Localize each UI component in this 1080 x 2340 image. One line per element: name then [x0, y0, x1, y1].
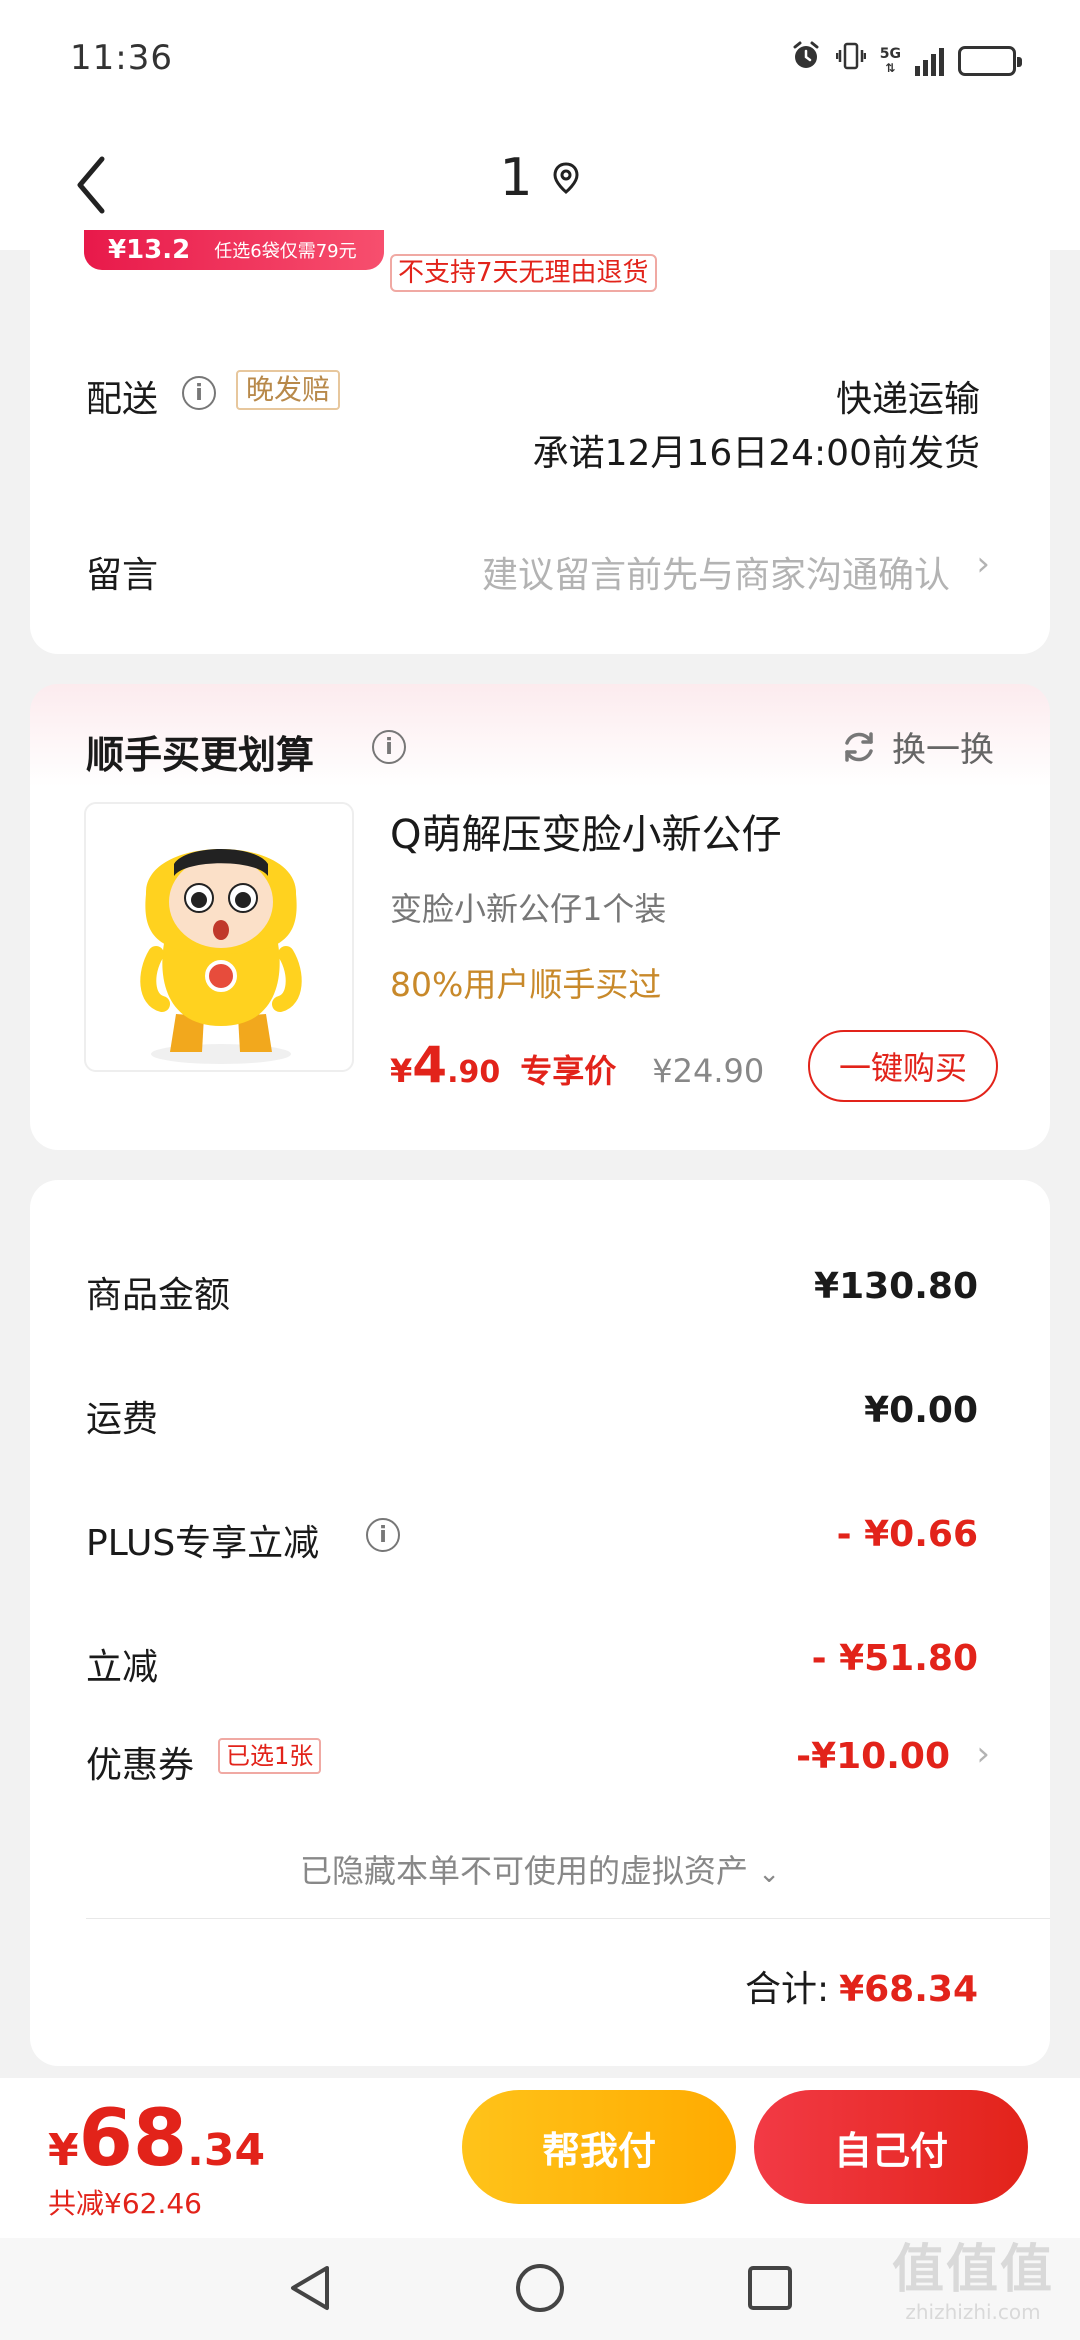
status-icons: 5G ⇅: [790, 40, 1022, 81]
original-price: ¥24.90: [652, 1052, 765, 1090]
circle-home-icon: [516, 2264, 564, 2312]
delivery-info-icon[interactable]: i: [182, 376, 216, 410]
location-pin-icon: [553, 162, 579, 194]
network-type-label: 5G: [879, 45, 901, 62]
refresh-icon: [845, 731, 873, 762]
subtotal-value: ¥130.80: [814, 1266, 978, 1307]
promo-banner: ¥13.2 任选6袋仅需79元: [84, 230, 384, 270]
battery-icon: [958, 45, 1022, 76]
late-compensation-tag: 晚发赔: [236, 370, 341, 410]
status-bar: 11:36 5G ⇅: [0, 0, 1080, 120]
chevron-down-icon: ⌄: [758, 1859, 780, 1889]
total-value: ¥68.34: [839, 1969, 978, 2010]
page-title: 1: [499, 148, 533, 208]
network-type-indicator: 5G ⇅: [880, 47, 901, 75]
delivery-method: 快递运输: [835, 379, 980, 420]
hidden-assets-toggle[interactable]: 已隐藏本单不可使用的虚拟资产 ⌄: [30, 1846, 1050, 1892]
plus-discount-label: PLUS专享立减: [86, 1523, 320, 1564]
exclusive-price-label: 专享价: [520, 1052, 617, 1090]
shipping-label: 运费: [86, 1399, 159, 1440]
checkout-bar: ¥ 68 .34 共减¥62.46 帮我付 自己付: [0, 2078, 1080, 2238]
square-recents-icon: [748, 2266, 792, 2310]
product-name[interactable]: Q萌解压变脸小新公仔: [390, 802, 781, 860]
watermark-main: 值值值: [891, 2240, 1054, 2300]
sys-home-button[interactable]: [510, 2258, 570, 2318]
sys-recents-button[interactable]: [740, 2258, 800, 2318]
sys-back-button[interactable]: [280, 2258, 340, 2318]
instant-discount-label: 立减: [86, 1647, 159, 1688]
vibrate-icon: [835, 40, 867, 81]
total-label: 合计:: [744, 1969, 830, 2010]
upsell-info-icon[interactable]: i: [372, 730, 406, 764]
one-click-buy-button[interactable]: 一键购买: [808, 1030, 998, 1102]
instant-discount-value: - ¥51.80: [811, 1638, 978, 1679]
plus-discount-info-icon[interactable]: i: [366, 1518, 400, 1552]
price-currency: ¥: [390, 1052, 413, 1090]
figurine-illustration: [140, 849, 302, 1064]
coupon-selected-tag: 已选1张: [218, 1738, 322, 1774]
plus-discount-value: - ¥0.66: [836, 1514, 978, 1555]
delivery-promise: 承诺12月16日24:00前发货: [532, 433, 980, 474]
pay-myself-button[interactable]: 自己付: [754, 2090, 1028, 2204]
status-time: 11:36: [70, 38, 173, 78]
triangle-back-icon: [291, 2266, 329, 2310]
order-info-card: ¥13.2 任选6袋仅需79元 不支持7天无理由退货 配送 i 晚发赔 快递运输…: [30, 230, 1050, 654]
hidden-assets-text: 已隐藏本单不可使用的虚拟资产: [300, 1852, 749, 1890]
signal-icon: [915, 46, 944, 76]
data-arrows-icon: ⇅: [885, 60, 896, 75]
return-policy-tag: 不支持7天无理由退货: [390, 254, 657, 292]
product-price: ¥ 4 .90 专享价 ¥24.90: [390, 1036, 764, 1094]
product-spec: 变脸小新公仔1个装: [390, 890, 667, 928]
message-label: 留言: [86, 555, 159, 596]
price-decimal: .90: [447, 1055, 501, 1090]
price-summary-card: 商品金额 ¥130.80 运费 ¥0.00 PLUS专享立减 i - ¥0.66…: [30, 1180, 1050, 2066]
upsell-card: 顺手买更划算 i 换一换 Q萌解压变脸小新公仔 变脸小新公仔1个装 80%用户顺…: [30, 684, 1050, 1150]
refresh-label: 换一换: [892, 730, 994, 770]
promo-banner-text: 任选6袋仅需79元: [214, 241, 357, 262]
total-row: 合计: ¥68.34: [745, 1960, 978, 2012]
delivery-label: 配送: [86, 379, 159, 420]
pay-price-integer: 68: [78, 2094, 188, 2184]
upsell-title: 顺手买更划算: [86, 733, 315, 777]
watermark: 值值值 zhizhizhi.com: [892, 2240, 1054, 2324]
watermark-sub: zhizhizhi.com: [905, 2300, 1041, 2324]
coupon-value[interactable]: -¥10.00: [796, 1736, 950, 1777]
refresh-button[interactable]: 换一换: [840, 722, 994, 771]
shipping-value: ¥0.00: [864, 1390, 978, 1431]
pay-currency: ¥: [48, 2125, 79, 2176]
product-image[interactable]: [84, 802, 354, 1072]
nav-title-group[interactable]: 1: [0, 148, 1080, 208]
chevron-right-icon: ›: [976, 544, 990, 584]
message-input[interactable]: 建议留言前先与商家沟通确认: [482, 546, 950, 598]
coupon-label: 优惠券: [86, 1745, 195, 1786]
pay-price-decimal: .34: [187, 2125, 266, 2176]
total-saved: 共减¥62.46: [48, 2187, 202, 2220]
divider: [86, 1918, 1050, 1919]
price-integer: 4: [412, 1036, 448, 1094]
chevron-right-icon[interactable]: ›: [976, 1734, 990, 1774]
subtotal-label: 商品金额: [86, 1275, 231, 1316]
help-me-pay-button[interactable]: 帮我付: [462, 2090, 736, 2204]
product-purchase-stat: 80%用户顺手买过: [390, 965, 662, 1004]
alarm-icon: [790, 40, 822, 81]
promo-banner-price: ¥13.2: [108, 235, 191, 265]
pay-price: ¥ 68 .34: [48, 2094, 265, 2184]
